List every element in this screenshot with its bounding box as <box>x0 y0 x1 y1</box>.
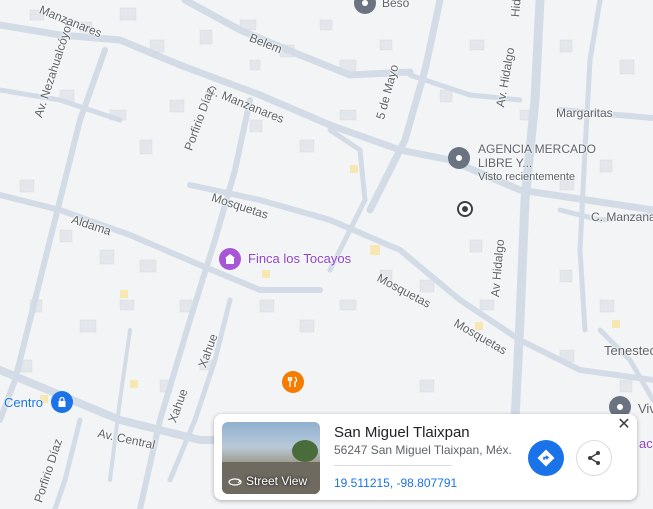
street-view-label[interactable]: Street View <box>228 474 307 488</box>
share-icon <box>588 451 600 465</box>
poi-agencia[interactable]: AGENCIA MERCADO LIBRE Y... Visto recient… <box>478 142 596 184</box>
poi-agencia-line2: LIBRE Y... <box>478 156 533 170</box>
share-button[interactable] <box>576 440 612 476</box>
place-address: 56247 San Miguel Tlaixpan, Méx. <box>334 443 512 457</box>
street-view-tree <box>292 440 318 462</box>
poi-tenestec[interactable]: Tenestec <box>604 344 653 358</box>
close-icon[interactable]: ✕ <box>615 416 633 434</box>
lock-pin-icon[interactable] <box>51 391 73 413</box>
road-label-margaritas: Margaritas <box>556 106 613 120</box>
poi-beso[interactable]: Beso <box>382 0 409 10</box>
poi-agencia-line1: AGENCIA MERCADO <box>478 142 597 156</box>
street-view-text: Street View <box>246 474 308 488</box>
road-label-c-manzana: C. Manzana <box>591 210 653 224</box>
directions-button[interactable] <box>528 440 564 476</box>
poi-finca-los-tocayos[interactable]: Finca los Tocayos <box>248 252 351 266</box>
restaurant-pin-icon[interactable] <box>282 371 304 393</box>
poi-centro[interactable]: Centro <box>4 396 43 410</box>
street-view-icon <box>228 478 242 486</box>
divider <box>334 465 452 466</box>
poi-viv[interactable]: Viv <box>638 402 653 416</box>
landmark-pin-icon[interactable] <box>219 248 241 270</box>
place-title: San Miguel Tlaixpan <box>334 424 470 441</box>
street-view-thumbnail[interactable]: Street View <box>222 422 320 494</box>
directions-icon <box>537 449 555 467</box>
place-coordinates[interactable]: 19.511215, -98.807791 <box>334 476 457 490</box>
place-info-card[interactable]: Street View San Miguel Tlaixpan 56247 Sa… <box>214 414 637 500</box>
current-location-icon[interactable] <box>457 201 473 217</box>
location-pin-icon[interactable] <box>448 147 470 169</box>
poi-agencia-sub: Visto recientemente <box>478 171 576 183</box>
poi-ac[interactable]: ac <box>639 437 653 451</box>
